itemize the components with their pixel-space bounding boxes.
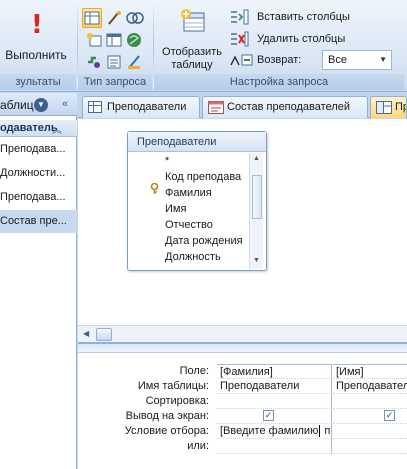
return-select[interactable]: Все ▼ [322, 50, 392, 70]
delete-columns-label: Удалить столбцы [257, 33, 346, 45]
chevron-down-icon: ▼ [379, 55, 387, 64]
navigation-pane: аблиц ▼ « одаватель ︽ Преподава... Должн… [0, 93, 77, 469]
tab-teachers[interactable]: Преподаватели [82, 96, 200, 118]
exclamation-icon: ! [31, 10, 43, 40]
text-caret [319, 425, 321, 438]
grid-splitter[interactable] [78, 344, 407, 353]
document-tab-strip: Преподаватели Состав преподавателей Пр [78, 93, 407, 118]
field-item[interactable]: Дата рождения [165, 234, 247, 249]
row-label-criteria: Условие отбора: [124, 425, 209, 437]
return-select-value: Все [328, 54, 347, 66]
row-label-table: Имя таблицы: [137, 380, 209, 392]
nav-pane-header[interactable]: аблиц ▼ « [0, 93, 77, 116]
field-item[interactable]: Отчество [165, 218, 247, 233]
nav-dropdown-icon[interactable]: ▼ [34, 98, 48, 112]
show-checkbox[interactable]: ✓ [263, 410, 274, 421]
row-label-field: Поле: [179, 365, 209, 377]
collapse-pane-icon[interactable]: « [57, 96, 73, 112]
criteria-cell[interactable]: [Введите фамилию п [217, 424, 332, 439]
field-list-scrollbar[interactable]: ▲ ▼ [249, 153, 263, 269]
tab-label: Состав преподавателей [227, 101, 350, 113]
or-cell[interactable] [333, 439, 407, 454]
make-table-query-icon[interactable] [106, 10, 122, 26]
run-button-label: Выполнить [5, 48, 67, 62]
field-item[interactable]: Должность [165, 250, 247, 265]
append-query-icon[interactable] [86, 32, 102, 48]
return-icon [229, 52, 253, 68]
scroll-up-icon[interactable]: ▲ [253, 155, 260, 162]
scroll-down-icon[interactable]: ▼ [253, 257, 260, 264]
scroll-left-icon[interactable]: ◀ [83, 328, 89, 340]
delete-columns-icon [229, 31, 249, 47]
union-query-icon[interactable] [126, 10, 144, 26]
nav-pane-title: аблиц [0, 98, 34, 112]
show-table-label-line2: таблицу [171, 59, 213, 71]
design-horizontal-scrollbar[interactable]: ◀ [78, 325, 407, 342]
scroll-thumb[interactable] [252, 175, 262, 219]
query-design-grid: Поле: Имя таблицы: Сортировка: Вывод на … [78, 342, 407, 469]
table-add-icon [180, 8, 205, 32]
show-table-button[interactable]: Отобразить таблицу [160, 2, 224, 72]
return-label-row: Возврат: [229, 51, 324, 69]
table-icon [88, 101, 102, 113]
tab-label: Пр [395, 101, 406, 113]
tab-teacher-roster[interactable]: Состав преподавателей [202, 96, 368, 118]
criteria-cell[interactable] [333, 424, 407, 439]
field-list-window[interactable]: Преподаватели * Код преподава Фамилия Им… [127, 131, 267, 271]
show-cell: ✓ [333, 409, 407, 424]
show-table-label-line1: Отобразить [162, 46, 222, 58]
update-query-icon[interactable] [86, 54, 102, 70]
field-cell[interactable]: [Имя] [333, 364, 407, 379]
field-cell[interactable]: [Фамилия] [217, 364, 332, 379]
tab-label: Преподаватели [107, 101, 187, 113]
insert-columns-label: Вставить столбцы [257, 11, 350, 23]
nav-group-header[interactable]: одаватель ︽ [0, 120, 77, 137]
form-icon [208, 101, 224, 118]
scroll-thumb[interactable] [96, 328, 112, 341]
crosstab-query-icon[interactable] [106, 32, 122, 48]
delete-columns-button[interactable]: Удалить столбцы [229, 30, 399, 48]
insert-columns-button[interactable]: Вставить столбцы [229, 8, 399, 26]
row-label-sort: Сортировка: [145, 395, 209, 407]
ribbon: ! Выполнить зультаты Тип запроса Настрой… [0, 0, 407, 92]
chevron-up-icon: ︽ [52, 125, 62, 136]
query-type-group-label: Тип запроса [78, 74, 152, 90]
query-icon [376, 101, 392, 118]
query-design-area: Преподаватели * Код преподава Фамилия Им… [78, 119, 407, 344]
delete-query-icon[interactable] [126, 54, 142, 70]
row-label-or: или: [187, 440, 209, 452]
table-cell[interactable]: Преподаватели [217, 379, 332, 394]
select-query-button[interactable] [82, 8, 102, 28]
insert-columns-icon [229, 9, 249, 25]
primary-key-icon [150, 182, 159, 195]
results-group: ! Выполнить зультаты [0, 2, 76, 90]
field-item[interactable]: Имя [165, 202, 247, 217]
sort-cell[interactable] [217, 394, 332, 409]
or-cell[interactable] [217, 439, 332, 454]
sort-cell[interactable] [333, 394, 407, 409]
query-setup-group-label: Настройка запроса [154, 74, 404, 90]
results-group-label: зультаты [0, 74, 76, 90]
table-cell[interactable]: Преподавател [333, 379, 407, 394]
pass-through-query-icon[interactable] [126, 32, 142, 48]
field-item[interactable]: Код преподава [165, 170, 247, 185]
nav-item[interactable]: Должности... [0, 162, 77, 185]
field-item[interactable]: * [165, 154, 247, 169]
data-definition-query-icon[interactable] [106, 54, 122, 70]
nav-item[interactable]: Преподава... [0, 186, 77, 209]
field-item[interactable]: Фамилия [165, 186, 247, 201]
run-button[interactable]: ! Выполнить [0, 4, 72, 74]
row-label-show: Вывод на экран: [125, 410, 209, 422]
show-cell: ✓ [217, 409, 332, 424]
show-checkbox[interactable]: ✓ [384, 410, 395, 421]
return-label: Возврат: [257, 54, 302, 66]
field-list-title[interactable]: Преподаватели [128, 132, 266, 152]
tab-query[interactable]: Пр [370, 96, 407, 118]
nav-item[interactable]: Состав пре... [0, 210, 77, 233]
criteria-input[interactable]: [Введите фамилию п [220, 425, 330, 438]
nav-item[interactable]: Преподава... [0, 138, 77, 161]
nav-group-title: одаватель [0, 122, 58, 134]
